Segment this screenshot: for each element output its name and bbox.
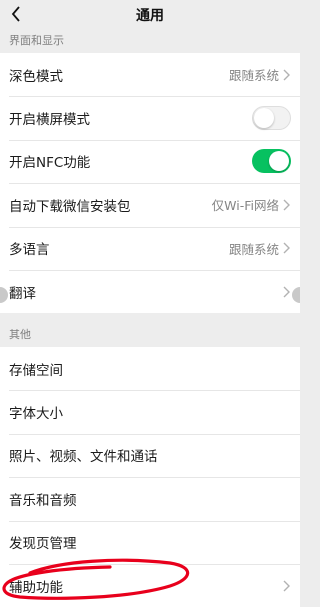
row-value: 跟随系统 [228, 68, 279, 84]
row-label: 发现页管理 [9, 536, 77, 553]
auto-download-row[interactable]: 自动下载微信安装包 仅Wi-Fi网络 [0, 183, 300, 227]
row-label: 照片、视频、文件和通话 [9, 449, 158, 466]
music-audio-row[interactable]: 音乐和音频 [0, 477, 300, 521]
section-label-other: 其他 [9, 328, 31, 341]
row-label: 深色模式 [9, 68, 63, 85]
landscape-mode-toggle[interactable] [252, 106, 291, 131]
storage-row[interactable]: 存储空间 [0, 347, 300, 391]
row-label: 音乐和音频 [9, 492, 77, 509]
nfc-row: 开启NFC功能 [0, 139, 300, 184]
section-label-display: 界面和显示 [9, 34, 64, 47]
translate-row[interactable]: 翻译 [0, 269, 300, 314]
discover-manage-row[interactable]: 发现页管理 [0, 520, 300, 564]
row-label: 多语言 [9, 242, 50, 259]
row-label: 开启横屏模式 [9, 112, 90, 129]
row-label: 翻译 [9, 285, 36, 302]
nav-bar: 通用 [0, 0, 300, 30]
row-value: 仅Wi-Fi网络 [211, 198, 279, 214]
landscape-mode-row: 开启横屏模式 [0, 96, 300, 140]
settings-list-other: 存储空间 字体大小 照片、视频、文件和通话 音乐和音频 发现页管理 辅助功能 [0, 347, 300, 607]
chevron-right-icon [283, 242, 291, 254]
chevron-right-icon [283, 69, 291, 81]
nfc-toggle[interactable] [252, 149, 291, 174]
chevron-right-icon [283, 286, 291, 298]
settings-list-display: 深色模式 跟随系统 开启横屏模式 开启NFC功能 自动下载微信安装包 仅Wi-F… [0, 53, 300, 314]
row-label: 开启NFC功能 [9, 155, 91, 172]
chevron-right-icon [283, 580, 291, 592]
page-title: 通用 [136, 8, 164, 24]
row-value: 跟随系统 [228, 241, 279, 257]
toggle-knob [254, 108, 274, 129]
row-label: 辅助功能 [9, 579, 63, 596]
row-label: 字体大小 [9, 406, 63, 423]
chevron-right-icon [283, 199, 291, 211]
toggle-knob [269, 151, 289, 172]
dark-mode-row[interactable]: 深色模式 跟随系统 [0, 53, 300, 97]
language-row[interactable]: 多语言 跟随系统 [0, 226, 300, 270]
accessibility-row[interactable]: 辅助功能 [0, 563, 300, 607]
media-files-row[interactable]: 照片、视频、文件和通话 [0, 433, 300, 478]
row-label: 存储空间 [9, 362, 63, 379]
font-size-row[interactable]: 字体大小 [0, 390, 300, 434]
row-label: 自动下载微信安装包 [9, 198, 131, 215]
